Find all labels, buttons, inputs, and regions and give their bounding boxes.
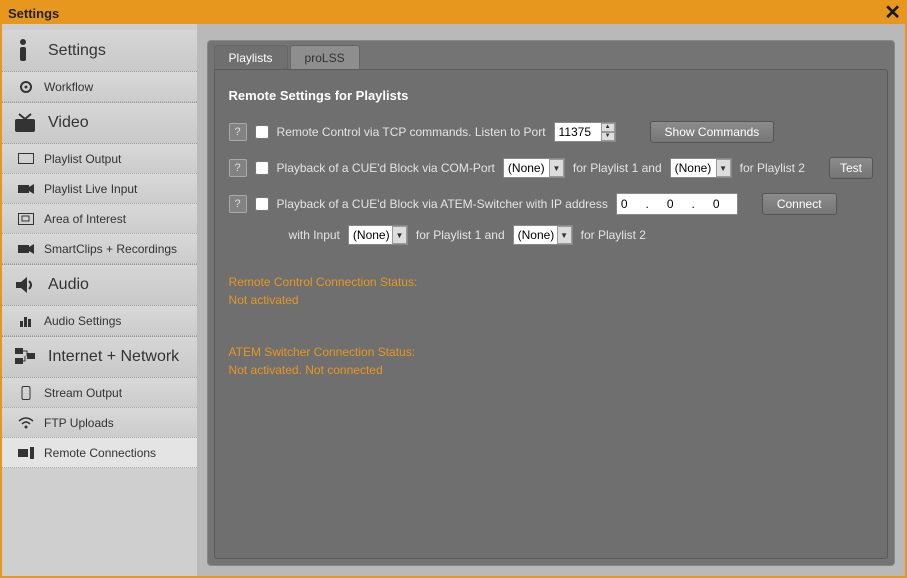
sidebar-item-label: Stream Output (44, 386, 122, 400)
sidebar-cat-label: Internet + Network (48, 348, 179, 366)
atem-checkbox[interactable] (255, 197, 269, 211)
status-title: ATEM Switcher Connection Status: (229, 343, 873, 361)
com-port1-select[interactable]: (None) ▼ (503, 158, 565, 178)
sidebar-item-remote-connections[interactable]: Remote Connections (2, 438, 197, 468)
button-label: Connect (777, 197, 822, 211)
gear-icon (16, 79, 36, 95)
tab-prolss[interactable]: proLSS (290, 45, 360, 69)
sidebar-item-label: Workflow (44, 80, 93, 94)
help-icon[interactable]: ? (229, 195, 247, 213)
tcp-label: Remote Control via TCP commands. Listen … (277, 125, 546, 139)
show-commands-button[interactable]: Show Commands (650, 121, 775, 143)
status-value: Not activated. Not connected (229, 361, 873, 379)
button-label: Test (840, 161, 862, 175)
sidebar-item-label: FTP Uploads (44, 416, 114, 430)
remote-icon (16, 445, 36, 461)
camera-icon (16, 181, 36, 197)
sidebar-cat-video[interactable]: Video (2, 102, 197, 144)
main-area: Playlists proLSS Remote Settings for Pla… (197, 24, 905, 576)
tab-bar: Playlists proLSS (208, 41, 894, 69)
sidebar-item-label: Playlist Live Input (44, 182, 137, 196)
sidebar-item-label: Area of Interest (44, 212, 126, 226)
sidebar-item-ftp-uploads[interactable]: FTP Uploads (2, 408, 197, 438)
speaker-icon (12, 272, 38, 298)
atem-label: Playback of a CUE'd Block via ATEM-Switc… (277, 197, 608, 211)
info-icon (12, 38, 38, 64)
tv-icon (12, 110, 38, 136)
status-value: Not activated (229, 291, 873, 309)
sidebar-item-playlist-output[interactable]: Playlist Output (2, 144, 197, 174)
com-checkbox[interactable] (255, 161, 269, 175)
atem-status: ATEM Switcher Connection Status: Not act… (229, 343, 873, 379)
com-port2-select[interactable]: (None) ▼ (670, 158, 732, 178)
sidebar-item-stream-output[interactable]: Stream Output (2, 378, 197, 408)
row-atem: ? Playback of a CUE'd Block via ATEM-Swi… (229, 193, 873, 215)
tab-content: Remote Settings for Playlists ? Remote C… (214, 69, 888, 559)
spinner-arrows: ▲ ▼ (601, 123, 615, 141)
sidebar-cat-settings[interactable]: Settings (2, 30, 197, 72)
row-atem-inputs: with Input (None) ▼ for Playlist 1 and (… (229, 225, 873, 245)
sidebar-item-area-of-interest[interactable]: Area of Interest (2, 204, 197, 234)
tab-label: proLSS (305, 51, 345, 65)
chevron-down-icon[interactable]: ▼ (557, 226, 572, 244)
sidebar-item-playlist-live-input[interactable]: Playlist Live Input (2, 174, 197, 204)
remote-status: Remote Control Connection Status: Not ac… (229, 273, 873, 309)
sidebar-cat-label: Video (48, 114, 89, 132)
com-label: Playback of a CUE'd Block via COM-Port (277, 161, 495, 175)
sidebar-cat-label: Audio (48, 276, 89, 294)
bars-icon (16, 313, 36, 329)
window-title: Settings (6, 6, 59, 21)
sidebar-item-label: Playlist Output (44, 152, 121, 166)
monitor-icon (16, 151, 36, 167)
connect-button[interactable]: Connect (762, 193, 837, 215)
atem-input2-select[interactable]: (None) ▼ (513, 225, 573, 245)
atem-end-label: for Playlist 2 (581, 228, 646, 242)
label-mid2: for Playlist 2 (740, 161, 805, 175)
tab-playlists[interactable]: Playlists (214, 45, 288, 69)
atem-ip-input[interactable] (616, 193, 738, 215)
panel-heading: Remote Settings for Playlists (229, 88, 873, 103)
titlebar: Settings ✕ (2, 2, 905, 24)
atem-mid-label: for Playlist 1 and (416, 228, 505, 242)
settings-panel: Playlists proLSS Remote Settings for Pla… (207, 40, 895, 566)
button-label: Show Commands (665, 125, 760, 139)
sidebar-cat-audio[interactable]: Audio (2, 264, 197, 306)
tab-label: Playlists (229, 51, 273, 65)
network-icon (12, 344, 38, 370)
sidebar-item-smartclips-recordings[interactable]: SmartClips + Recordings (2, 234, 197, 264)
sidebar-item-label: Remote Connections (44, 446, 156, 460)
test-button[interactable]: Test (829, 157, 873, 179)
with-input-label: with Input (289, 228, 340, 242)
wifi-icon (16, 415, 36, 431)
port-spinner: ▲ ▼ (554, 122, 616, 142)
camera-record-icon (16, 241, 36, 257)
chevron-down-icon[interactable]: ▼ (716, 159, 731, 177)
chevron-down-icon[interactable]: ▼ (549, 159, 564, 177)
close-icon[interactable]: ✕ (884, 4, 901, 22)
phone-icon (16, 385, 36, 401)
spinner-down-icon[interactable]: ▼ (601, 132, 615, 141)
sidebar-item-label: Audio Settings (44, 314, 121, 328)
sidebar-cat-label: Settings (48, 42, 106, 60)
spinner-up-icon[interactable]: ▲ (601, 123, 615, 132)
row-com: ? Playback of a CUE'd Block via COM-Port… (229, 157, 873, 179)
sidebar-item-label: SmartClips + Recordings (44, 242, 177, 256)
tcp-checkbox[interactable] (255, 125, 269, 139)
label-mid1: for Playlist 1 and (573, 161, 662, 175)
sidebar-item-workflow[interactable]: Workflow (2, 72, 197, 102)
sidebar-item-audio-settings[interactable]: Audio Settings (2, 306, 197, 336)
atem-input1-select[interactable]: (None) ▼ (348, 225, 408, 245)
status-title: Remote Control Connection Status: (229, 273, 873, 291)
rect-icon (16, 211, 36, 227)
sidebar: Settings Workflow Video Playlist Output (2, 24, 197, 576)
help-icon[interactable]: ? (229, 123, 247, 141)
settings-window: Settings ✕ Settings Workflow (0, 0, 907, 578)
chevron-down-icon[interactable]: ▼ (392, 226, 407, 244)
body: Settings Workflow Video Playlist Output (2, 24, 905, 576)
sidebar-cat-internet-network[interactable]: Internet + Network (2, 336, 197, 378)
row-tcp: ? Remote Control via TCP commands. Liste… (229, 121, 873, 143)
help-icon[interactable]: ? (229, 159, 247, 177)
